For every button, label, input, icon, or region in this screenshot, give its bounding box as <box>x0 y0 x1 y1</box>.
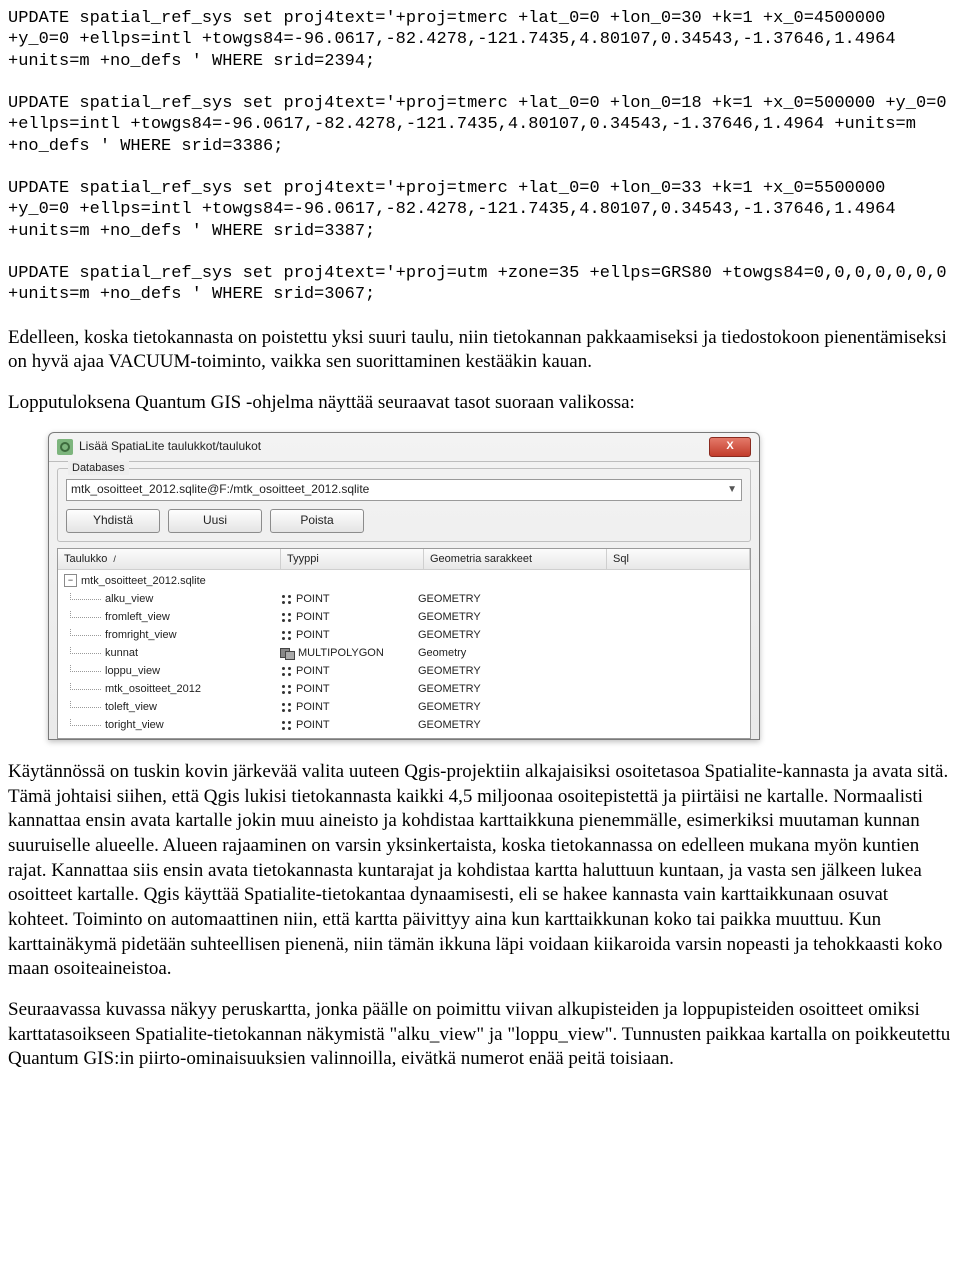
tree-root-row[interactable]: − mtk_osoitteet_2012.sqlite <box>58 572 750 590</box>
titlebar: Lisää SpatiaLite taulukkot/taulukot X <box>49 433 759 462</box>
dialog-title: Lisää SpatiaLite taulukkot/taulukot <box>79 439 261 455</box>
tree-line <box>70 682 101 691</box>
tree-header: Taulukko/ Tyyppi Geometria sarakkeet Sql <box>58 548 750 570</box>
table-row[interactable]: fromleft_view POINT GEOMETRY <box>58 608 750 626</box>
table-row[interactable]: kunnat MULTIPOLYGON Geometry <box>58 644 750 662</box>
row-type: POINT <box>296 718 330 732</box>
sql-block: UPDATE spatial_ref_sys set proj4text='+p… <box>8 8 952 306</box>
col-geom[interactable]: Geometria sarakkeet <box>424 549 607 569</box>
row-type: POINT <box>296 664 330 678</box>
tree-line <box>70 610 101 619</box>
row-geom: GEOMETRY <box>414 592 592 606</box>
point-icon <box>280 611 292 623</box>
tree-line <box>70 664 101 673</box>
table-row[interactable]: toright_view POINT GEOMETRY <box>58 716 750 734</box>
row-name: loppu_view <box>105 664 160 678</box>
row-type: MULTIPOLYGON <box>298 646 384 660</box>
row-name: kunnat <box>105 646 138 660</box>
connect-button[interactable]: Yhdistä <box>66 509 160 533</box>
row-geom: GEOMETRY <box>414 718 592 732</box>
group-label: Databases <box>68 461 129 475</box>
tables-tree[interactable]: Taulukko/ Tyyppi Geometria sarakkeet Sql… <box>57 548 751 739</box>
table-row[interactable]: toleft_view POINT GEOMETRY <box>58 698 750 716</box>
point-icon <box>280 593 292 605</box>
row-type: POINT <box>296 628 330 642</box>
table-row[interactable]: alku_view POINT GEOMETRY <box>58 590 750 608</box>
col-sql[interactable]: Sql <box>607 549 750 569</box>
point-icon <box>280 683 292 695</box>
database-combo[interactable]: mtk_osoitteet_2012.sqlite@F:/mtk_osoitte… <box>66 479 742 501</box>
tree-line <box>70 628 101 637</box>
root-name: mtk_osoitteet_2012.sqlite <box>81 574 206 588</box>
table-row[interactable]: loppu_view POINT GEOMETRY <box>58 662 750 680</box>
paragraph-1: Edelleen, koska tietokannasta on poistet… <box>8 326 952 375</box>
expander-icon[interactable]: − <box>64 574 77 587</box>
sql-stmt-4: UPDATE spatial_ref_sys set proj4text='+p… <box>8 264 957 304</box>
point-icon <box>280 719 292 731</box>
app-icon <box>57 439 73 455</box>
col-table[interactable]: Taulukko/ <box>58 549 281 569</box>
table-row[interactable]: fromright_view POINT GEOMETRY <box>58 626 750 644</box>
tree-line <box>70 718 101 727</box>
new-button[interactable]: Uusi <box>168 509 262 533</box>
tree-line <box>70 592 101 601</box>
row-geom: GEOMETRY <box>414 610 592 624</box>
row-geom: GEOMETRY <box>414 664 592 678</box>
row-type: POINT <box>296 682 330 696</box>
row-geom: GEOMETRY <box>414 628 592 642</box>
databases-group: Databases mtk_osoitteet_2012.sqlite@F:/m… <box>57 468 751 542</box>
col-type[interactable]: Tyyppi <box>281 549 424 569</box>
point-icon <box>280 629 292 641</box>
spatialite-dialog: Lisää SpatiaLite taulukkot/taulukot X Da… <box>48 432 760 740</box>
row-type: POINT <box>296 610 330 624</box>
tree-line <box>70 646 101 655</box>
row-name: toright_view <box>105 718 164 732</box>
row-name: alku_view <box>105 592 153 606</box>
row-name: mtk_osoitteet_2012 <box>105 682 201 696</box>
tree-line <box>70 700 101 709</box>
point-icon <box>280 701 292 713</box>
point-icon <box>280 665 292 677</box>
row-geom: GEOMETRY <box>414 700 592 714</box>
row-type: POINT <box>296 592 330 606</box>
row-geom: GEOMETRY <box>414 682 592 696</box>
delete-button[interactable]: Poista <box>270 509 364 533</box>
chevron-down-icon: ▼ <box>727 483 737 496</box>
sql-stmt-1: UPDATE spatial_ref_sys set proj4text='+p… <box>8 9 906 71</box>
row-geom: Geometry <box>414 646 592 660</box>
close-button[interactable]: X <box>709 437 751 457</box>
sort-indicator: / <box>113 554 116 564</box>
sql-stmt-2: UPDATE spatial_ref_sys set proj4text='+p… <box>8 94 957 156</box>
tree-body: − mtk_osoitteet_2012.sqlite alku_view POI… <box>58 570 750 738</box>
row-name: fromright_view <box>105 628 177 642</box>
multipolygon-icon <box>280 647 294 659</box>
combo-value: mtk_osoitteet_2012.sqlite@F:/mtk_osoitte… <box>71 482 369 498</box>
paragraph-2: Lopputuloksena Quantum GIS -ohjelma näyt… <box>8 391 952 416</box>
sql-stmt-3: UPDATE spatial_ref_sys set proj4text='+p… <box>8 179 906 241</box>
row-name: fromleft_view <box>105 610 170 624</box>
paragraph-3: Käytännössä on tuskin kovin järkevää val… <box>8 760 952 982</box>
row-type: POINT <box>296 700 330 714</box>
row-name: toleft_view <box>105 700 157 714</box>
close-icon: X <box>726 439 733 453</box>
paragraph-4: Seuraavassa kuvassa näkyy peruskartta, j… <box>8 998 952 1072</box>
table-row[interactable]: mtk_osoitteet_2012 POINT GEOMETRY <box>58 680 750 698</box>
